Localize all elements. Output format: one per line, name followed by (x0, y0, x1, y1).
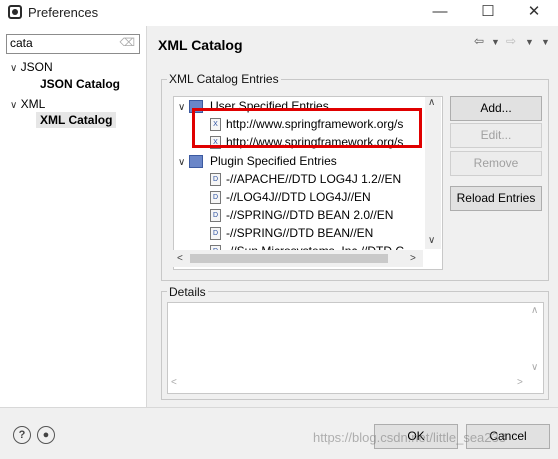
details-label: Details (167, 285, 208, 299)
chevron-down-icon[interactable]: ∨ (10, 100, 17, 111)
tree-item-label: JSON (20, 60, 53, 74)
app-icon (8, 5, 22, 19)
list-item[interactable]: D -//LOG4J//DTD LOG4J//EN (210, 188, 371, 206)
add-button[interactable]: Add... (450, 96, 542, 121)
scroll-left-icon[interactable]: < (177, 253, 183, 264)
close-button[interactable]: ✕ (514, 1, 554, 23)
chevron-down-icon[interactable]: ∨ (178, 102, 185, 113)
catalog-folder-icon (188, 155, 203, 169)
chevron-down-icon[interactable]: ∨ (10, 63, 17, 74)
plugin-entries-label: Plugin Specified Entries (210, 154, 337, 168)
remove-button[interactable]: Remove (450, 151, 542, 176)
entry-label: -//APACHE//DTD LOG4J 1.2//EN (226, 172, 402, 186)
tree-item-json[interactable]: ∨ JSON (10, 60, 53, 74)
list-item[interactable]: D -//SPRING//DTD BEAN 2.0//EN (210, 206, 393, 224)
scroll-down-icon[interactable]: ∨ (428, 235, 435, 246)
tree-item-label: XML (20, 97, 46, 111)
entry-label: -//SPRING//DTD BEAN//EN (226, 226, 374, 240)
view-menu-icon[interactable]: ▼ (541, 37, 550, 47)
highlight-annotation (192, 108, 422, 148)
maximize-button[interactable]: ☐ (468, 1, 508, 23)
window-title: Preferences (28, 5, 99, 20)
list-item[interactable]: D -//APACHE//DTD LOG4J 1.2//EN (210, 170, 401, 188)
entry-label: -//SPRING//DTD BEAN 2.0//EN (226, 208, 394, 222)
page-title: XML Catalog (158, 37, 243, 53)
scroll-left-icon[interactable]: < (171, 377, 177, 388)
dtd-file-icon: D (210, 173, 221, 187)
details-text-area[interactable] (167, 302, 544, 394)
chevron-down-icon[interactable]: ∨ (178, 157, 185, 168)
reload-entries-button[interactable]: Reload Entries (450, 186, 542, 211)
entry-label: -//LOG4J//DTD LOG4J//EN (226, 190, 371, 204)
catalog-entries-label: XML Catalog Entries (167, 72, 281, 86)
dtd-file-icon: D (210, 227, 221, 241)
back-icon[interactable]: ⇦ (474, 34, 484, 48)
footer-divider (0, 407, 558, 408)
forward-menu-icon[interactable]: ▼ (525, 37, 534, 47)
dtd-file-icon: D (210, 191, 221, 205)
horizontal-scroll-thumb[interactable] (190, 254, 388, 263)
dtd-file-icon: D (210, 209, 221, 223)
tree-item-xml[interactable]: ∨ XML (10, 97, 45, 111)
filter-input[interactable] (7, 35, 113, 51)
scroll-up-icon[interactable]: ∧ (531, 305, 538, 316)
edit-button[interactable]: Edit... (450, 123, 542, 148)
plugin-entries-node[interactable]: ∨ Plugin Specified Entries (178, 152, 337, 170)
tree-item-json-catalog[interactable]: JSON Catalog (40, 77, 120, 91)
record-icon[interactable]: ● (37, 426, 55, 444)
filter-field[interactable]: ⌫ (6, 34, 140, 54)
list-item[interactable]: D -//SPRING//DTD BEAN//EN (210, 224, 373, 242)
watermark: https://blog.csdn.net/little_sea233 (313, 430, 506, 445)
scroll-down-icon[interactable]: ∨ (531, 362, 538, 373)
vertical-scrollbar[interactable]: ∧ ∨ (425, 97, 441, 249)
help-icon[interactable]: ? (13, 426, 31, 444)
tree-item-xml-catalog[interactable]: XML Catalog (36, 112, 117, 128)
back-menu-icon[interactable]: ▼ (491, 37, 500, 47)
scroll-right-icon[interactable]: > (517, 377, 523, 388)
minimize-button[interactable]: — (420, 1, 460, 23)
clear-filter-icon[interactable]: ⌫ (119, 36, 135, 49)
forward-icon[interactable]: ⇨ (506, 34, 516, 48)
scroll-up-icon[interactable]: ∧ (428, 97, 435, 108)
scroll-right-icon[interactable]: > (410, 253, 416, 264)
